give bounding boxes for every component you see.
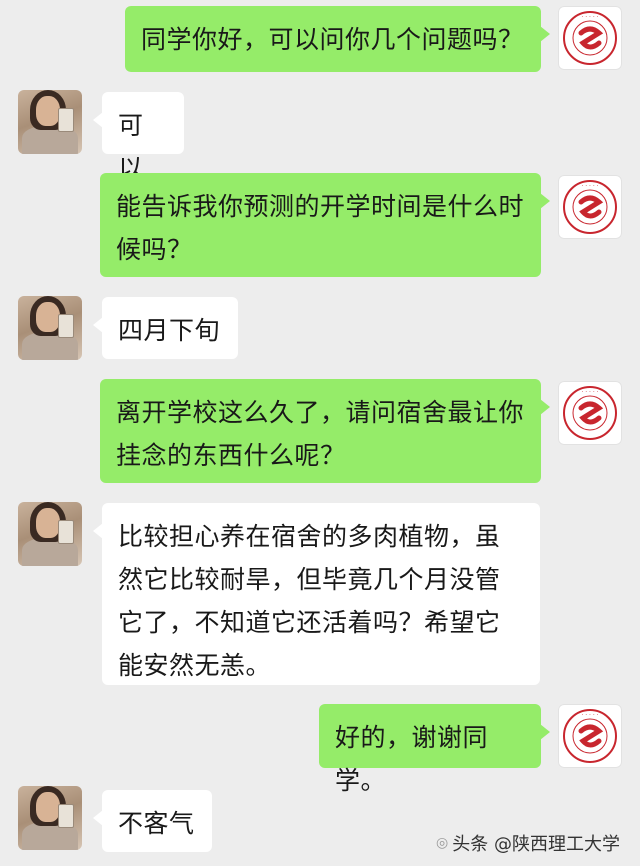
watermark-text: 头条 @陕西理工大学 [452, 834, 620, 855]
svg-text:· · · · ·: · · · · · [581, 14, 598, 21]
university-seal-avatar[interactable]: · · · · · [558, 175, 622, 239]
university-seal-avatar[interactable]: · · · · · [558, 381, 622, 445]
svg-text:· · · · ·: · · · · · [581, 389, 598, 396]
message-text: 能告诉我你预测的开学时间是什么时候吗？ [116, 192, 525, 264]
university-seal-icon: · · · · · [563, 11, 617, 65]
watermark: ◎ 头条 @陕西理工大学 [436, 830, 620, 856]
received-message-bubble[interactable]: 不客气 [93, 790, 212, 852]
university-seal-icon: · · · · · [563, 180, 617, 234]
student-avatar[interactable] [18, 502, 82, 566]
sent-message-bubble[interactable]: 同学你好，可以问你几个问题吗？ [125, 6, 550, 72]
message-text: 四月下旬 [118, 316, 221, 345]
university-seal-avatar[interactable]: · · · · · [558, 704, 622, 768]
sent-message-bubble[interactable]: 能告诉我你预测的开学时间是什么时候吗？ [100, 173, 550, 277]
sent-message-bubble[interactable]: 好的，谢谢同学。 [319, 704, 550, 795]
message-text: 同学你好，可以问你几个问题吗？ [141, 25, 524, 54]
student-avatar[interactable] [18, 786, 82, 850]
university-seal-icon: · · · · · [563, 386, 617, 440]
received-message-bubble[interactable]: 四月下旬 [93, 297, 238, 359]
university-seal-icon: · · · · · [563, 709, 617, 763]
svg-text:· · · · ·: · · · · · [581, 183, 598, 190]
student-avatar[interactable] [18, 296, 82, 360]
university-seal-avatar[interactable]: · · · · · [558, 6, 622, 70]
student-avatar[interactable] [18, 90, 82, 154]
message-text: 好的，谢谢同学。 [335, 723, 489, 795]
toutiao-logo-icon: ◎ [436, 835, 449, 851]
svg-text:· · · · ·: · · · · · [581, 712, 598, 719]
received-message-bubble[interactable]: 可以 [93, 92, 184, 183]
message-text: 不客气 [118, 809, 195, 838]
message-text: 离开学校这么久了，请问宿舍最让你挂念的东西什么呢？ [116, 398, 525, 470]
message-text: 比较担心养在宿舍的多肉植物，虽然它比较耐旱，但毕竟几个月没管它了，不知道它还活着… [118, 522, 501, 680]
sent-message-bubble[interactable]: 离开学校这么久了，请问宿舍最让你挂念的东西什么呢？ [100, 379, 550, 483]
received-message-bubble[interactable]: 比较担心养在宿舍的多肉植物，虽然它比较耐旱，但毕竟几个月没管它了，不知道它还活着… [93, 503, 540, 685]
